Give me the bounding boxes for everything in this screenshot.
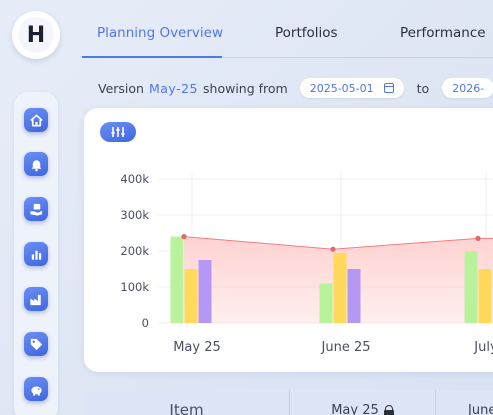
x-tick-label: June 25 xyxy=(321,340,371,355)
version-prefix: Version xyxy=(98,80,144,96)
line-point xyxy=(330,246,336,252)
calendar-icon xyxy=(383,83,394,93)
app-logo[interactable]: H xyxy=(12,11,60,59)
tag-icon xyxy=(30,338,42,350)
bar xyxy=(347,269,361,323)
chart-card: 400k 300k 200k 100k 0 May 25 June 25 Jul… xyxy=(84,108,493,372)
version-bar: Version May-25 showing from 2025-05-01 t… xyxy=(98,78,493,98)
active-tab-indicator xyxy=(82,56,222,58)
bar xyxy=(464,251,478,323)
column-header-label: Item xyxy=(169,401,204,415)
y-tick-label: 400k xyxy=(120,172,149,186)
sidebar-item-pricing[interactable] xyxy=(24,332,48,356)
bar xyxy=(319,283,333,323)
home-icon xyxy=(29,114,43,126)
sidebar-item-operations[interactable] xyxy=(24,287,48,311)
piggy-bank-icon xyxy=(30,386,42,396)
version-value[interactable]: May-25 xyxy=(149,81,198,96)
bar xyxy=(184,269,198,323)
column-header-item[interactable]: Item xyxy=(84,390,290,415)
y-tick-label: 300k xyxy=(120,208,149,222)
sidebar-item-notifications[interactable] xyxy=(24,152,48,176)
to-date-value: 2026- xyxy=(452,81,485,95)
column-header-june[interactable]: June xyxy=(436,390,493,415)
line-point xyxy=(181,234,187,240)
sidebar-item-analytics[interactable] xyxy=(24,242,48,266)
bar-chart-icon xyxy=(31,250,41,260)
bar xyxy=(478,269,492,323)
x-tick-label: July xyxy=(473,340,493,355)
to-date-picker[interactable]: 2026- xyxy=(442,78,493,98)
top-tabs: Planning Overview Portfolios Performance xyxy=(82,14,493,58)
column-header-label: June xyxy=(468,402,493,415)
tab-portfolios[interactable]: Portfolios xyxy=(275,25,338,41)
logo-badge: H xyxy=(18,17,54,53)
x-axis-ticks: May 25 June 25 July xyxy=(173,340,493,355)
bar xyxy=(198,260,212,323)
table-header: Item May 25 June xyxy=(84,390,493,415)
sidebar-item-home[interactable] xyxy=(24,108,48,132)
tab-performance[interactable]: Performance xyxy=(400,25,486,41)
y-tick-label: 200k xyxy=(120,244,149,258)
factory-icon xyxy=(29,294,41,305)
from-date-picker[interactable]: 2025-05-01 xyxy=(299,78,404,98)
sidebar-item-products[interactable] xyxy=(24,197,48,221)
logo-letter: H xyxy=(26,22,46,48)
bar xyxy=(333,252,347,323)
showing-from-label: showing from xyxy=(203,80,288,96)
column-header-label: May 25 xyxy=(331,402,379,415)
sidebar-item-savings[interactable] xyxy=(24,377,48,401)
y-tick-label: 0 xyxy=(142,316,149,330)
column-header-may-25[interactable]: May 25 xyxy=(290,390,436,415)
to-label: to xyxy=(416,80,430,96)
bar xyxy=(170,236,184,323)
lock-icon xyxy=(383,404,394,415)
tab-planning-overview[interactable]: Planning Overview xyxy=(97,25,223,41)
bar-chart: 400k 300k 200k 100k 0 May 25 June 25 Jul… xyxy=(120,172,493,355)
y-axis-ticks: 400k 300k 200k 100k 0 xyxy=(120,172,149,330)
x-tick-label: May 25 xyxy=(173,340,221,355)
y-tick-label: 100k xyxy=(120,280,149,294)
hand-box-icon xyxy=(29,203,42,216)
bell-icon xyxy=(31,159,41,171)
from-date-value: 2025-05-01 xyxy=(309,81,374,95)
sidebar-nav xyxy=(14,92,58,415)
line-point xyxy=(475,235,481,241)
